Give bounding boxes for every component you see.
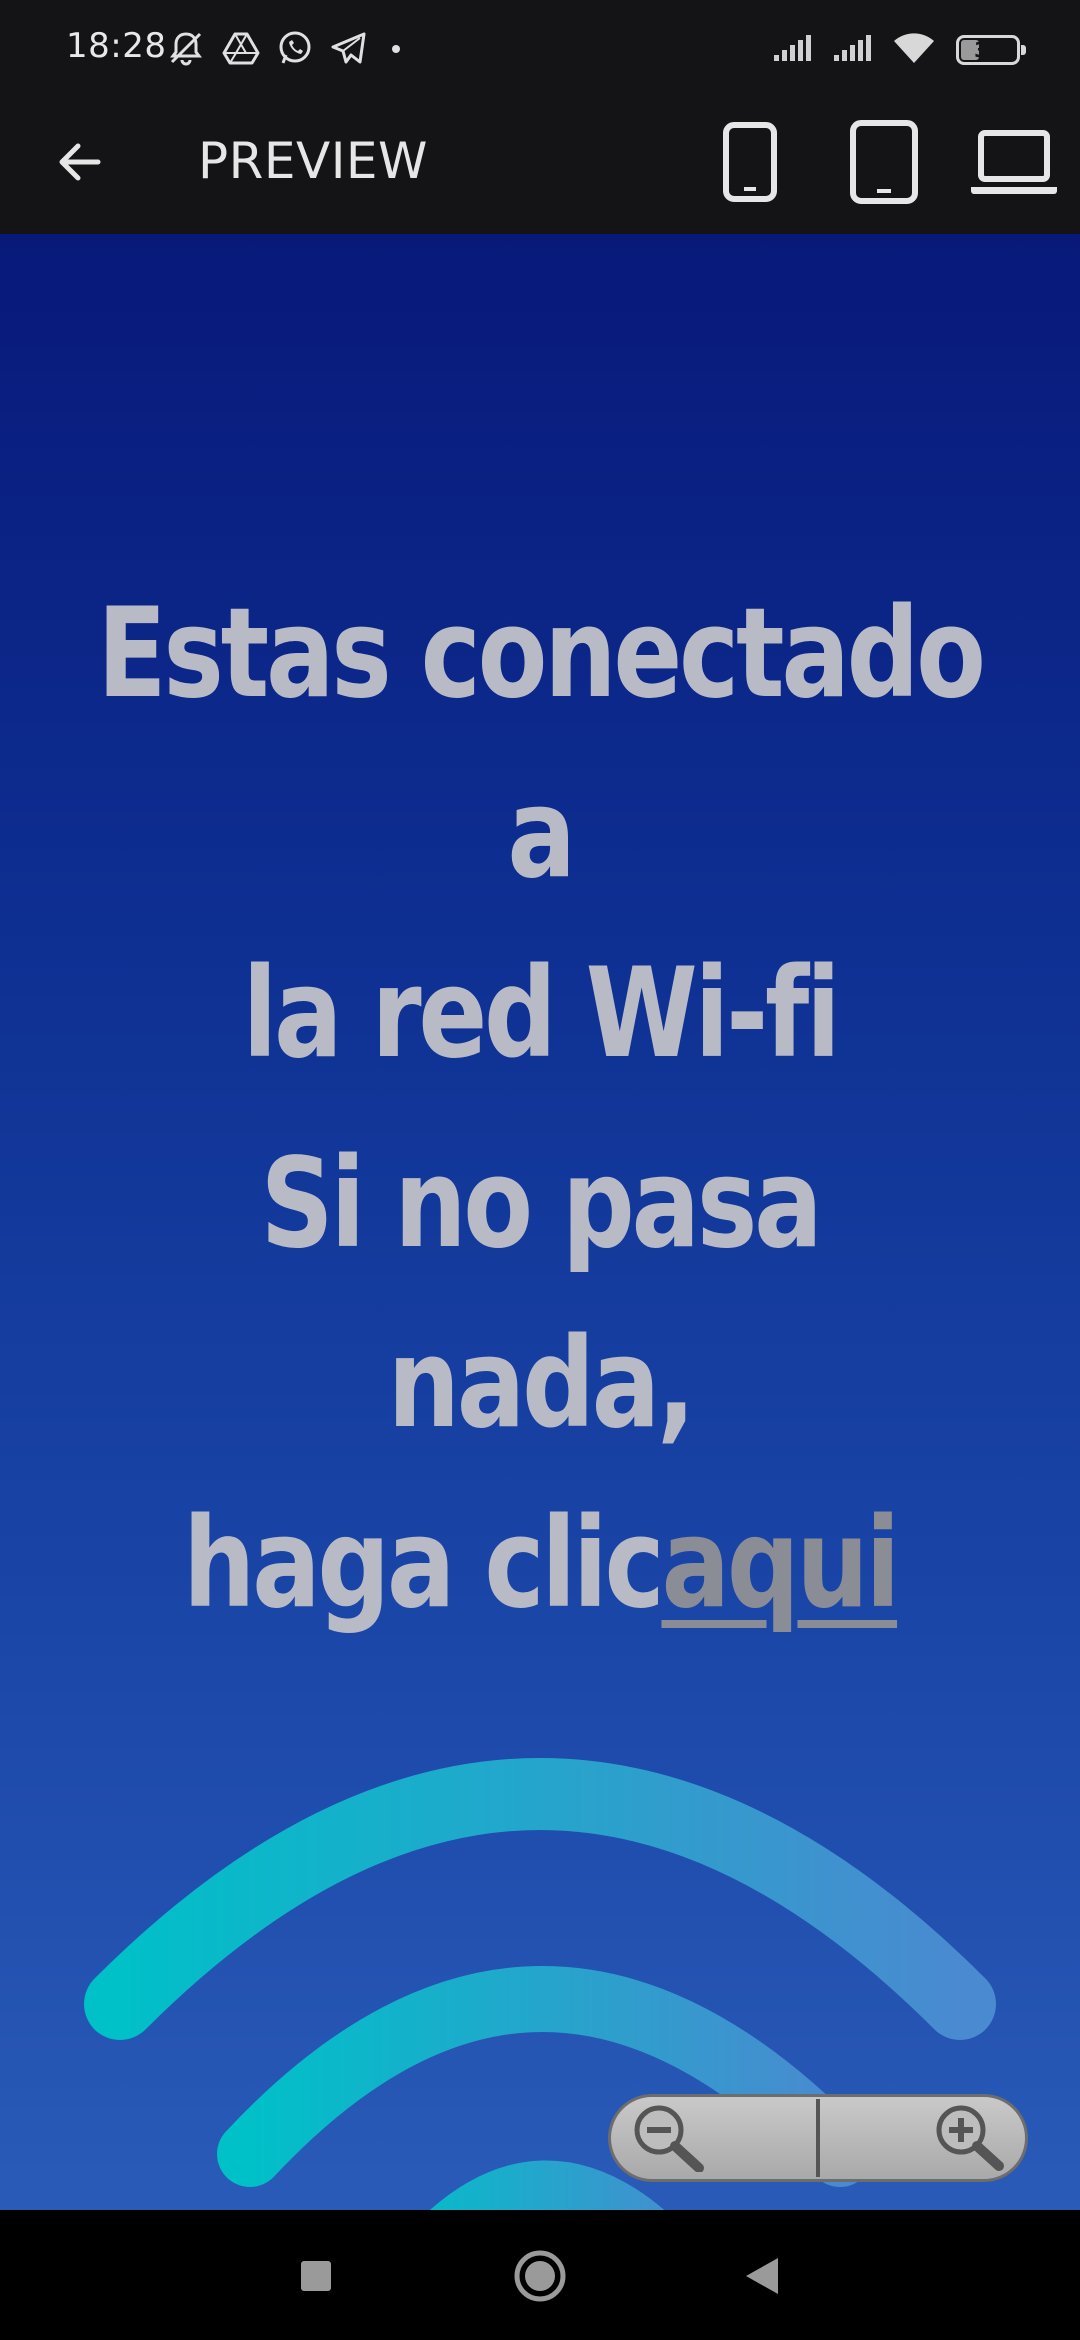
- system-icons: 38: [772, 28, 1026, 72]
- silent-icon: [166, 28, 206, 68]
- desktop-preview-button[interactable]: [966, 114, 1062, 214]
- tablet-icon: [849, 119, 919, 210]
- wifi-icon: [892, 31, 936, 70]
- recents-button[interactable]: [276, 2238, 356, 2318]
- phone-icon: [722, 121, 778, 208]
- zoom-in-icon: [927, 2100, 1007, 2177]
- whatsapp-icon: [276, 29, 314, 67]
- battery-icon: 38: [956, 35, 1026, 65]
- home-button[interactable]: [500, 2238, 580, 2318]
- status-bar: 18:28 38: [0, 0, 1080, 96]
- home-icon: [512, 2248, 568, 2309]
- back-icon: [742, 2254, 782, 2303]
- headline-line: Si no pasa nada,: [260, 1132, 823, 1456]
- wifi-arc-inner: [430, 2160, 665, 2210]
- zoom-out-icon: [629, 2100, 709, 2177]
- back-button[interactable]: [36, 122, 120, 206]
- battery-percent: 38: [974, 38, 1002, 62]
- notification-icons: [166, 26, 408, 70]
- tablet-preview-button[interactable]: [844, 114, 924, 214]
- page-title: PREVIEW: [198, 132, 428, 190]
- headline-line: la red Wi-fi: [242, 942, 840, 1086]
- preview-canvas[interactable]: Estas conectado a la red Wi-fi Si no pas…: [0, 234, 1080, 2210]
- dot-icon: [384, 29, 408, 67]
- zoom-control: [608, 2094, 1028, 2182]
- arrow-back-icon: [52, 136, 104, 193]
- signal-icon: [772, 33, 812, 68]
- headline-line: Estas conectado a: [97, 582, 986, 906]
- drive-icon: [222, 29, 260, 67]
- telegram-icon: [330, 29, 368, 67]
- signal-icon: [832, 33, 872, 68]
- app-bar: PREVIEW: [0, 96, 1080, 234]
- back-nav-button[interactable]: [722, 2238, 802, 2318]
- zoom-out-button[interactable]: [611, 2097, 816, 2179]
- status-time: 18:28: [66, 26, 167, 66]
- recents-icon: [298, 2258, 334, 2299]
- connected-message: Estas conectado a la red Wi-fi: [97, 564, 986, 1104]
- phone-preview-button[interactable]: [712, 114, 788, 214]
- zoom-in-button[interactable]: [820, 2097, 1025, 2179]
- laptop-icon: [969, 127, 1059, 202]
- navigation-bar: [0, 2210, 1080, 2340]
